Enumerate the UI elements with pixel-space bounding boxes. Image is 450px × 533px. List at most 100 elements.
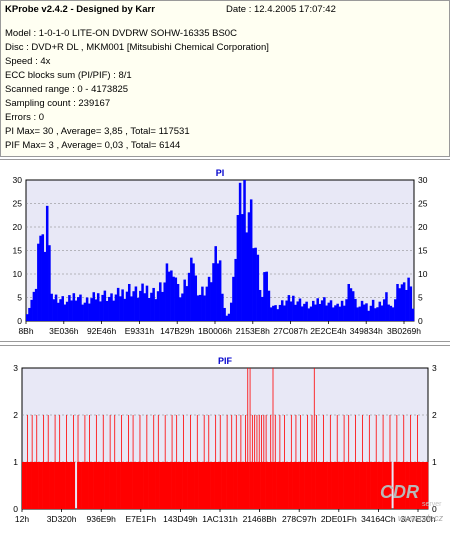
pi-ytick-left: 25 [13,199,23,209]
pi-bar [371,299,375,321]
pi-ytick-right: 25 [418,199,428,209]
pif-bar [141,462,144,509]
pi-bar [225,315,229,321]
pi-bar [374,308,377,321]
pi-bar [369,305,373,321]
pif-bar [22,462,25,509]
pif-bar [194,462,197,509]
pi-bar [380,305,384,321]
pif-bar [317,462,321,509]
pi-bar [165,263,169,321]
pif-bar [301,462,305,509]
pif-bar [331,462,335,509]
pif-spike [284,415,285,509]
pi-bar [203,295,206,321]
pi-bar [161,291,164,321]
pif-bar [200,462,204,509]
pi-xtick-label: 27C087h [273,326,308,336]
pif-bar [304,462,307,509]
pif-spike [95,415,97,509]
pif-spike [247,368,249,509]
pif-spike [368,415,370,509]
pi-bar [363,304,366,321]
pi-bar [210,282,213,321]
pi-bar [50,293,53,321]
pi-bar [170,270,173,321]
pi-bar [194,275,198,321]
pif-spike [355,415,356,509]
pi-bar [145,285,149,321]
pi-bar [85,297,89,321]
pi-bar [61,296,64,321]
pi-bar [154,299,158,321]
pi-bar [247,212,251,321]
pif-bar [67,462,71,509]
pi-bar [81,304,84,321]
pif-spike [270,415,272,509]
pi-bar [265,271,268,321]
pi-bar [68,295,71,321]
pi-bar [76,297,80,321]
pif-bar [359,462,362,509]
pif-xtick-label: 143D49h [163,514,198,524]
pif-bar [56,462,59,509]
pif-bar [129,462,133,509]
pi-bar [411,308,415,321]
pi-bar [309,306,313,321]
pif-bar [212,462,215,509]
pi-bar [110,293,113,321]
pi-bar [338,306,342,321]
pi-bar [351,291,355,321]
pif-bar [106,462,110,509]
pi-bar [334,305,337,321]
pif-spike [258,415,260,509]
pi-bar [108,296,111,321]
range-line: Scanned range : 0 - 4173825 [5,84,129,95]
pi-ytick-left: 10 [13,269,23,279]
pif-spike [307,415,308,509]
pi-bar [343,305,346,321]
pi-bar [52,299,56,321]
pi-bar [54,294,58,321]
pi-bar [289,301,293,321]
pif-bar [79,462,82,509]
pif-bar [24,462,27,509]
pif-bar [216,462,220,509]
pif-bar [99,462,103,509]
pi-bar [336,303,339,321]
pi-bar [274,305,277,321]
pif-bar [340,462,344,509]
pif-bar [187,462,190,509]
pif-bar [166,462,170,509]
pi-bar [28,307,31,321]
pif-spike [261,415,262,509]
pi-bar [376,307,379,321]
pi-xtick-label: 1B0006h [198,326,232,336]
pif-spike [300,415,301,509]
pi-ytick-right: 0 [418,316,423,326]
pi-bar [243,180,246,321]
pi-ytick-right: 15 [418,246,428,256]
pi-bar [139,290,142,321]
pi-bar [323,297,326,321]
pi-bar [367,310,370,321]
pif-bar [352,462,355,509]
pif-spike [343,415,345,509]
pif-spike [59,415,61,509]
pif-bar [223,462,227,509]
pi-bar [389,305,393,321]
pi-bar [358,306,362,321]
pif-spike [27,415,28,509]
pif-ytick-right: 2 [432,410,437,420]
watermark-subtext: server [422,501,442,508]
pif-bar [81,462,85,509]
pif-spike [109,415,111,509]
pi-ytick-left: 20 [13,222,23,232]
pif-spike [323,415,324,509]
pi-ytick-right: 10 [418,269,428,279]
pi-bar [327,302,331,321]
pif-spike [146,415,148,509]
pif-spike [89,415,90,509]
pi-bar [114,294,118,321]
pi-ytick-right: 20 [418,222,428,232]
